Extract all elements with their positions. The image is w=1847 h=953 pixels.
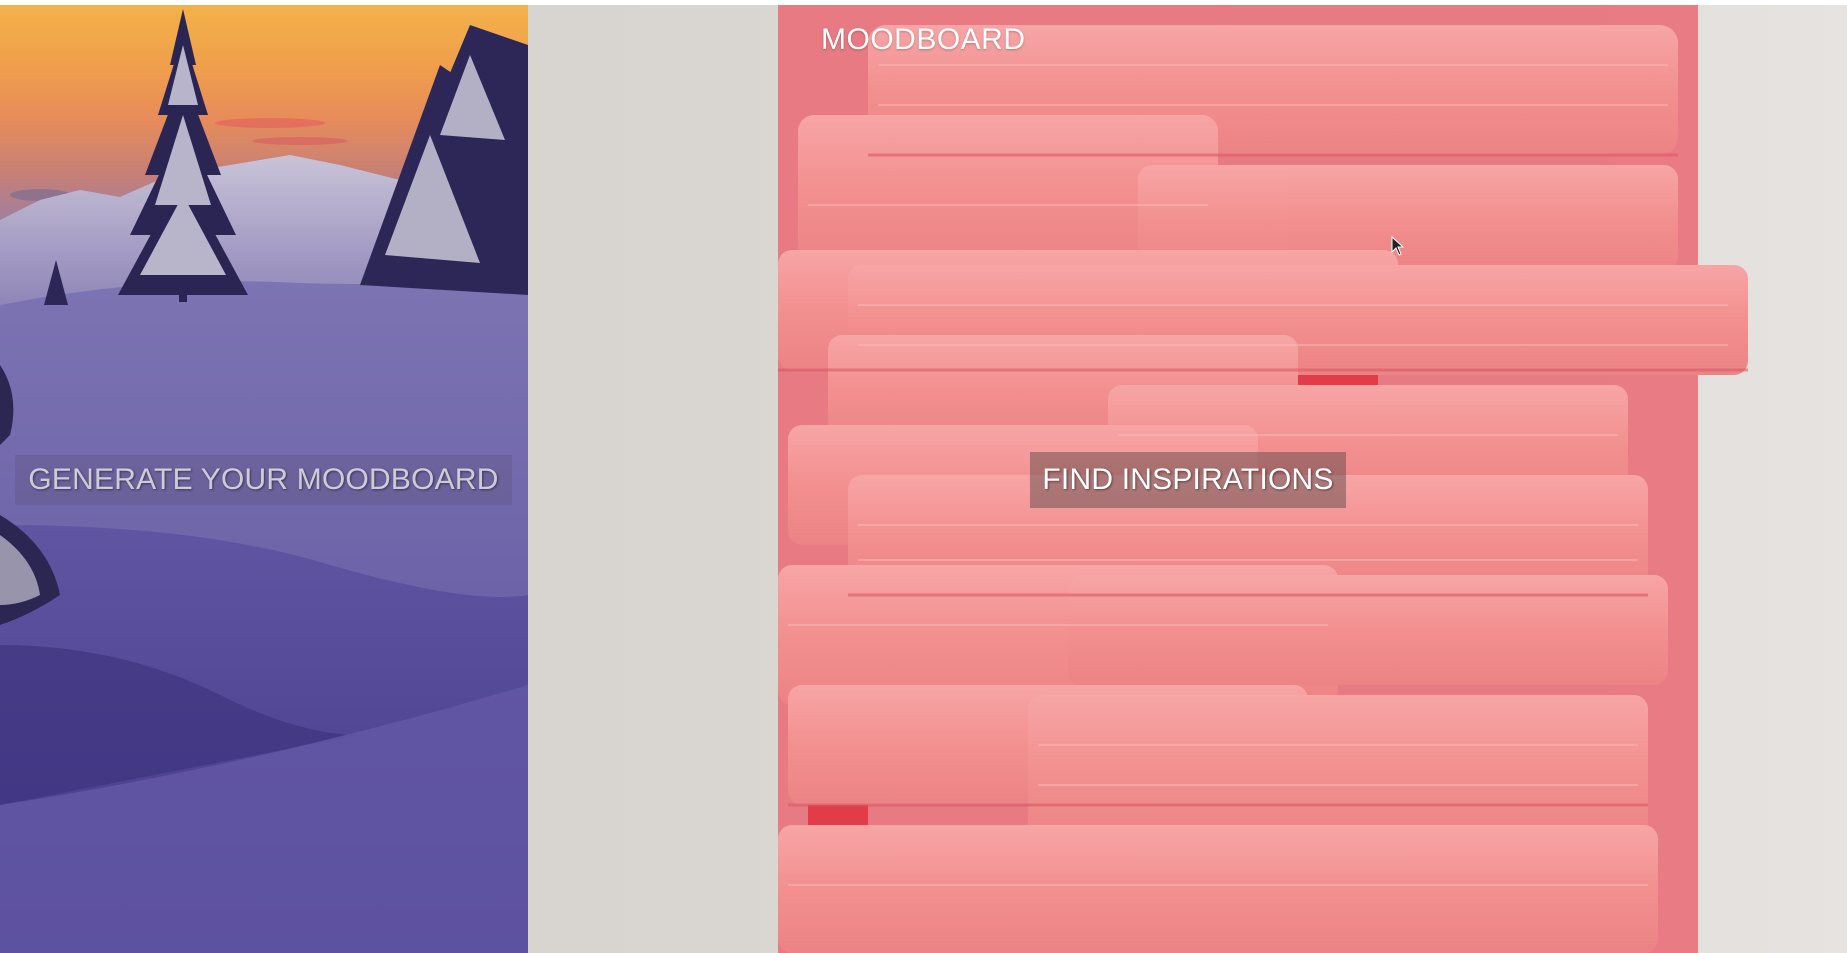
find-inspirations-button[interactable]: FIND INSPIRATIONS	[1030, 452, 1346, 508]
mouse-pointer-icon	[1391, 236, 1405, 256]
brand-logo-text[interactable]: MOODBOARD	[821, 23, 1026, 57]
moodboard-landing-page: MOODBOARD GENERATE YOUR MOODBOARD FIND I…	[0, 0, 1847, 953]
generate-moodboard-button[interactable]: GENERATE YOUR MOODBOARD	[15, 455, 512, 505]
